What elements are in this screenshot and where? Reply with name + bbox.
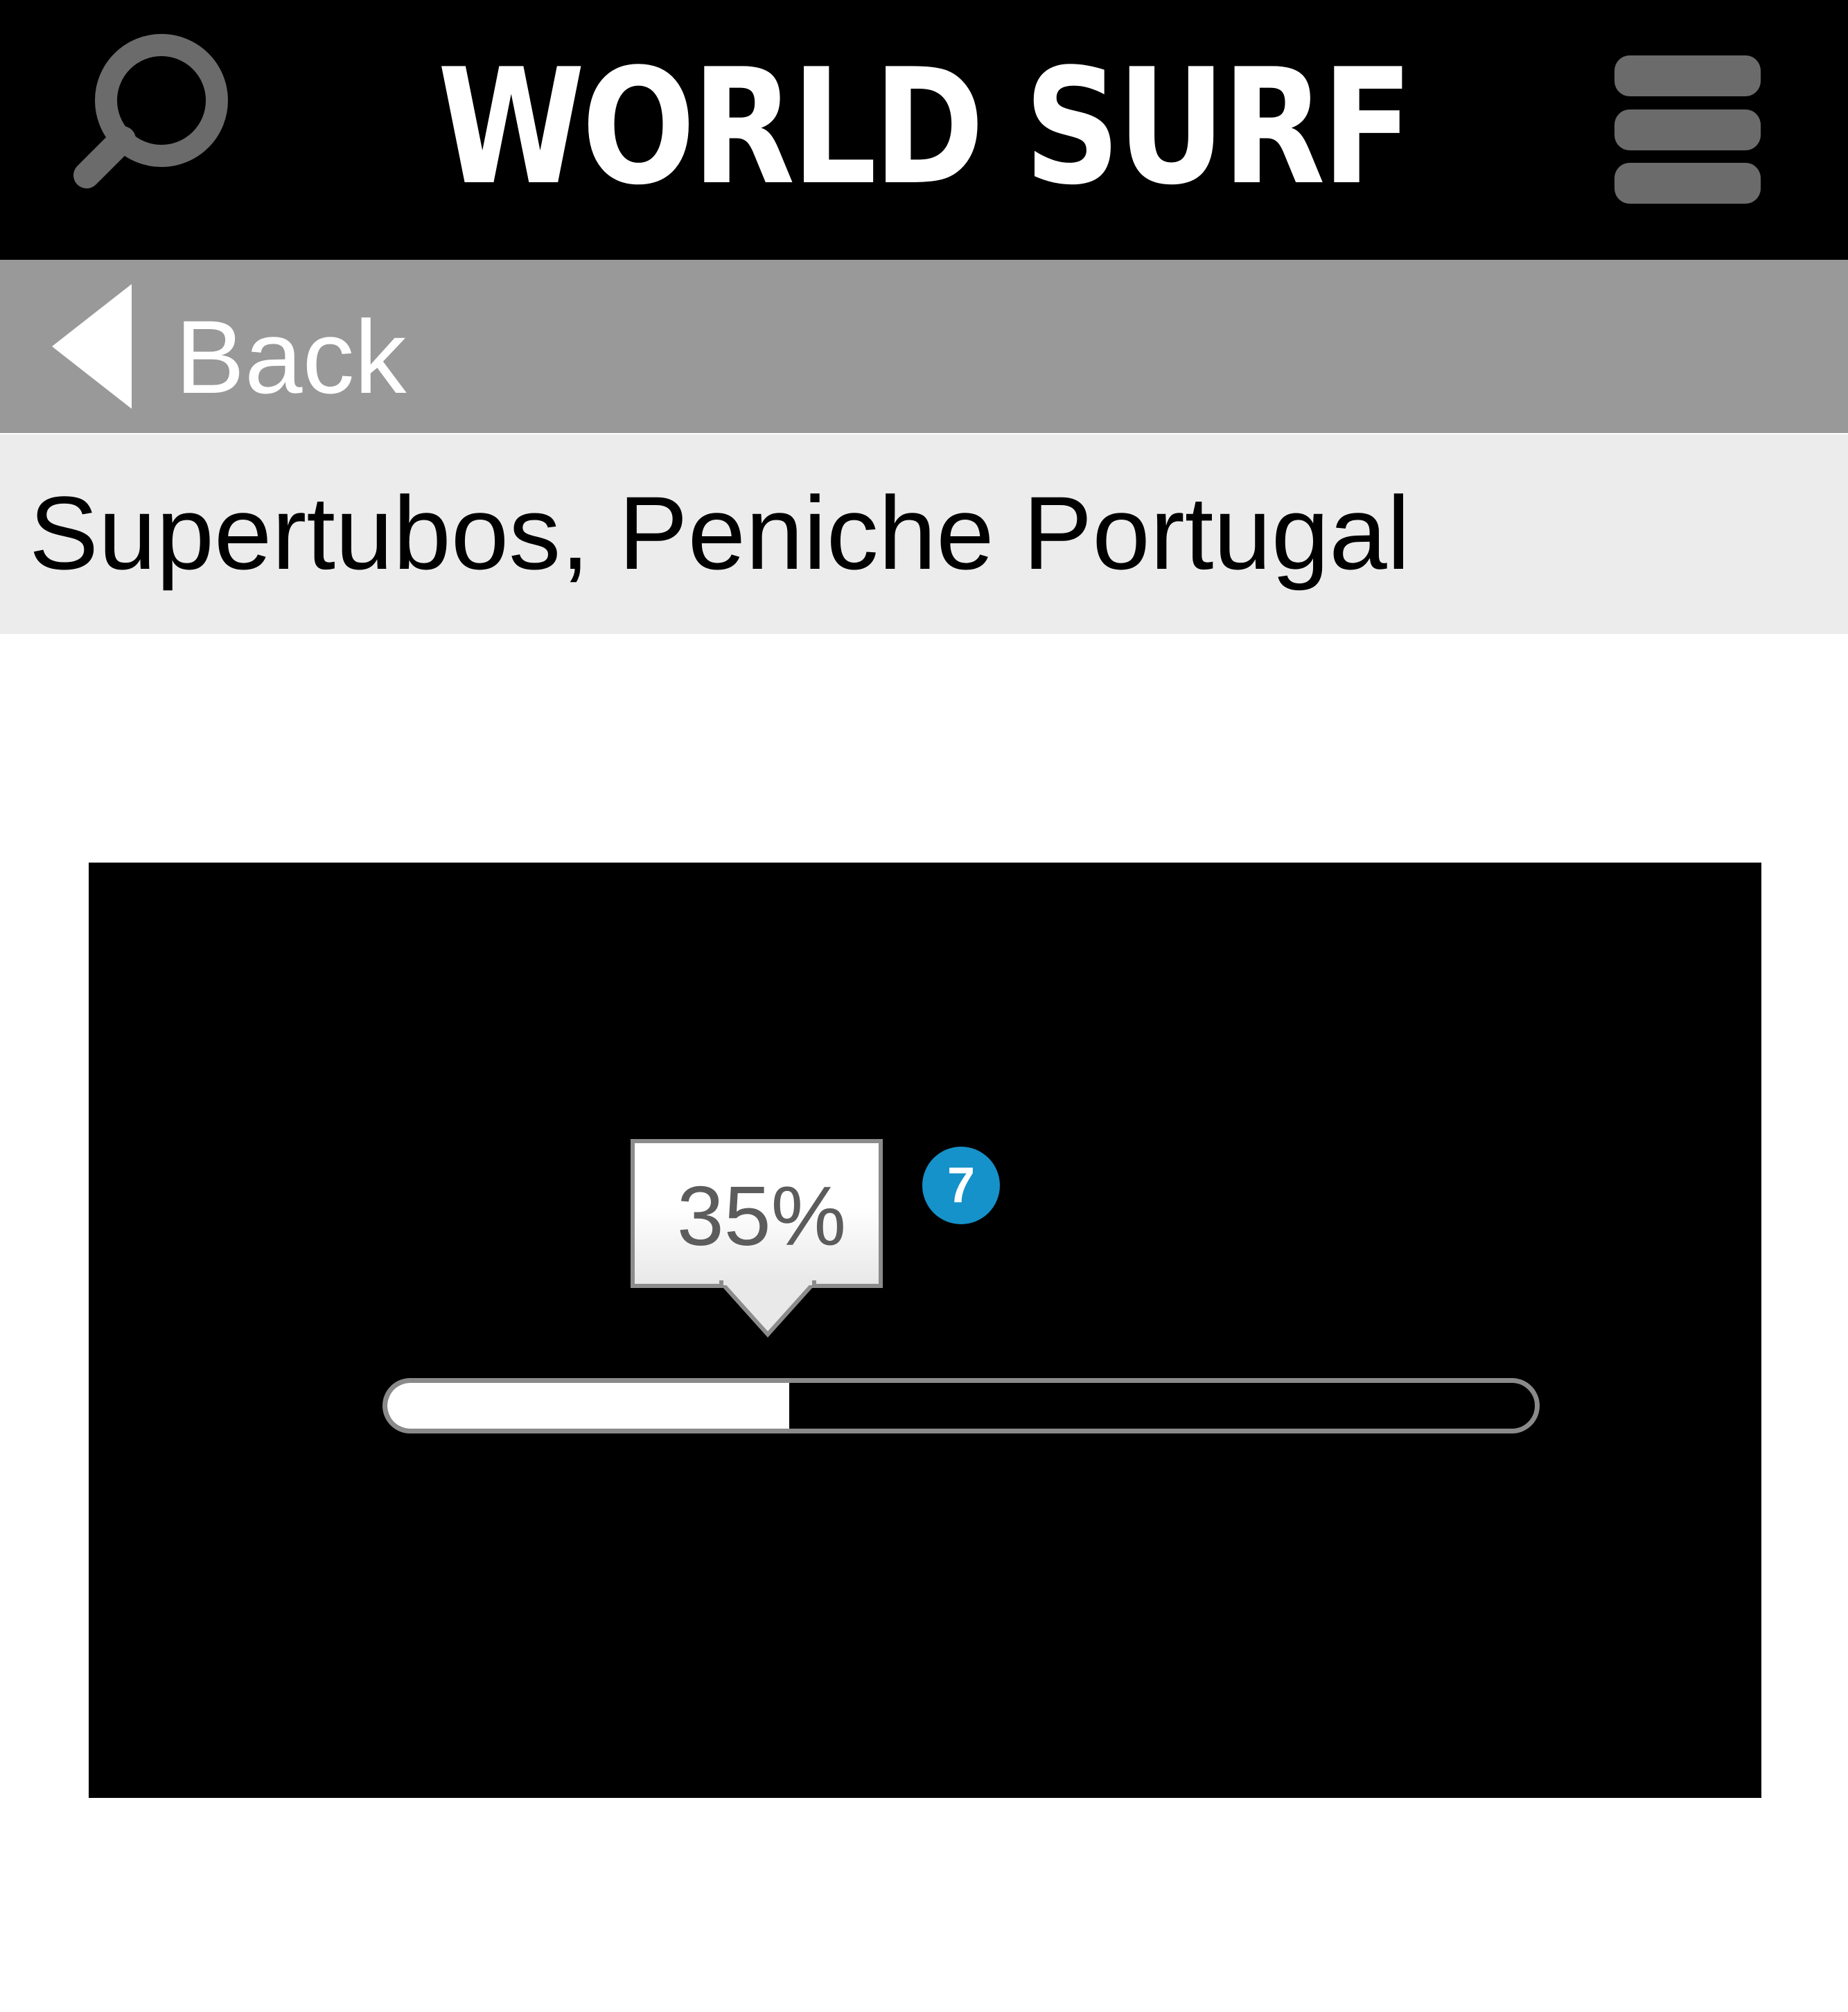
progress-percent-label: 35% (676, 1169, 847, 1263)
app-header: WORLD SURF (0, 0, 1848, 260)
back-button[interactable]: Back (52, 284, 440, 409)
menu-bar-bottom (1614, 163, 1761, 204)
step-badge: 7 (922, 1147, 1000, 1224)
menu-bar-middle (1614, 109, 1761, 150)
location-header: Supertubos, Peniche Portugal (0, 434, 1848, 634)
triangle-left-icon (52, 284, 135, 409)
video-player[interactable]: 35% 7 (89, 863, 1761, 1798)
app-title: WORLD SURF (437, 35, 1413, 220)
menu-button[interactable] (1614, 55, 1763, 204)
progress-tooltip: 35% (631, 1139, 883, 1288)
location-title: Supertubos, Peniche Portugal (29, 475, 1410, 591)
back-bar: Back (0, 260, 1848, 433)
progress-bar[interactable] (382, 1378, 1540, 1433)
menu-bar-top (1614, 55, 1761, 96)
progress-bar-fill (387, 1383, 789, 1429)
back-label: Back (175, 299, 407, 415)
tooltip-pointer (719, 1280, 816, 1343)
